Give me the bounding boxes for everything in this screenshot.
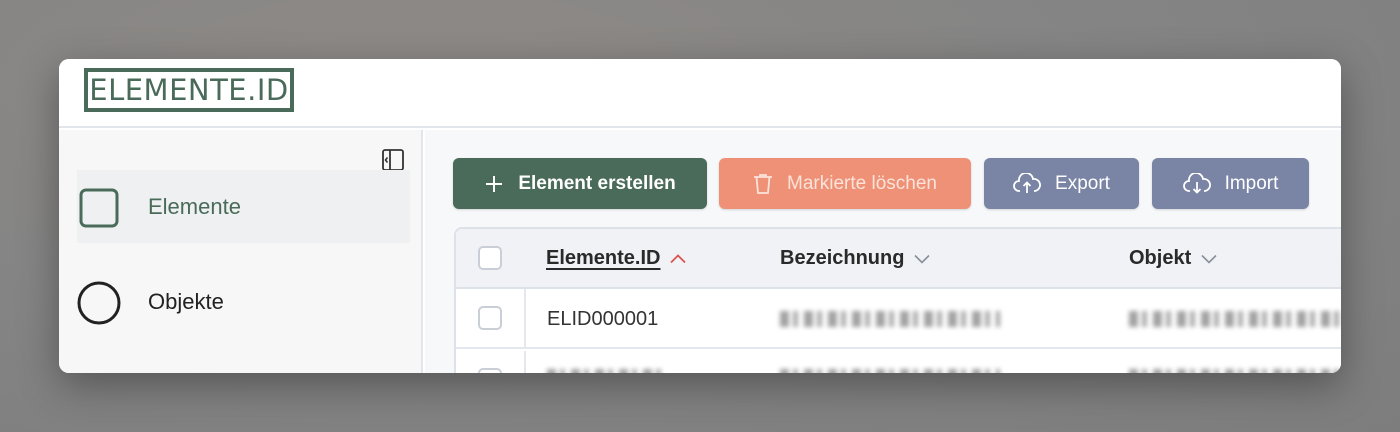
- column-header-label: Elemente.ID: [546, 247, 661, 269]
- cell-bezeichnung-redacted: [780, 369, 1000, 373]
- trash-icon: [754, 173, 773, 194]
- table-row[interactable]: [456, 351, 1341, 373]
- square-icon: [79, 188, 119, 228]
- column-divider: [524, 289, 526, 349]
- column-header-objekt[interactable]: Objekt: [1129, 247, 1217, 270]
- cell-id: ELID000001: [547, 308, 659, 330]
- create-element-button[interactable]: Element erstellen: [453, 158, 707, 209]
- column-divider: [524, 351, 526, 373]
- column-header-label: Objekt: [1129, 247, 1192, 269]
- row-checkbox[interactable]: [478, 306, 502, 330]
- elements-table: Elemente.ID Bezeichnung Objekt ELID00000…: [454, 227, 1341, 373]
- logo-text: ELEMENTE.ID: [89, 72, 289, 107]
- sidebar-collapse-icon[interactable]: [381, 148, 405, 172]
- cloud-upload-icon: [1013, 172, 1041, 193]
- delete-selected-button[interactable]: Markierte löschen: [719, 158, 971, 209]
- column-header-label: Bezeichnung: [780, 247, 905, 269]
- chevron-down-icon: [914, 254, 931, 264]
- row-checkbox[interactable]: [478, 368, 502, 373]
- plus-icon: [486, 175, 503, 192]
- import-button[interactable]: Import: [1152, 158, 1309, 209]
- cell-objekt-redacted: [1129, 369, 1341, 373]
- logo[interactable]: ELEMENTE.ID: [84, 68, 294, 112]
- create-element-label: Element erstellen: [518, 172, 676, 194]
- export-label: Export: [1055, 172, 1110, 194]
- app-window: ELEMENTE.ID Elemente Objekte Element ers…: [59, 59, 1341, 373]
- export-button[interactable]: Export: [984, 158, 1139, 209]
- main-content: Element erstellen Markierte löschen Expo…: [425, 130, 1341, 373]
- circle-icon: [77, 281, 121, 325]
- table-header: Elemente.ID Bezeichnung Objekt: [456, 229, 1341, 289]
- delete-selected-label: Markierte löschen: [787, 172, 937, 194]
- column-header-bezeichnung[interactable]: Bezeichnung: [780, 247, 931, 270]
- sidebar-item-elemente[interactable]: Elemente: [77, 170, 410, 243]
- import-label: Import: [1224, 172, 1279, 194]
- select-all-checkbox[interactable]: [478, 246, 502, 270]
- cell-bezeichnung-redacted: [780, 311, 1000, 327]
- chevron-down-icon: [1201, 254, 1217, 264]
- chevron-up-icon: [670, 253, 687, 263]
- cell-objekt-redacted: [1129, 311, 1341, 327]
- top-bar: ELEMENTE.ID: [59, 59, 1341, 128]
- cloud-download-icon: [1182, 172, 1211, 194]
- sidebar-item-label: Elemente: [148, 193, 241, 219]
- sidebar: Elemente Objekte: [59, 130, 423, 373]
- sidebar-item-label: Objekte: [148, 288, 224, 314]
- table-row[interactable]: ELID000001: [456, 289, 1341, 349]
- sidebar-item-objekte[interactable]: Objekte: [77, 265, 410, 338]
- column-header-id[interactable]: Elemente.ID: [546, 247, 687, 270]
- cell-id-redacted: [547, 369, 667, 373]
